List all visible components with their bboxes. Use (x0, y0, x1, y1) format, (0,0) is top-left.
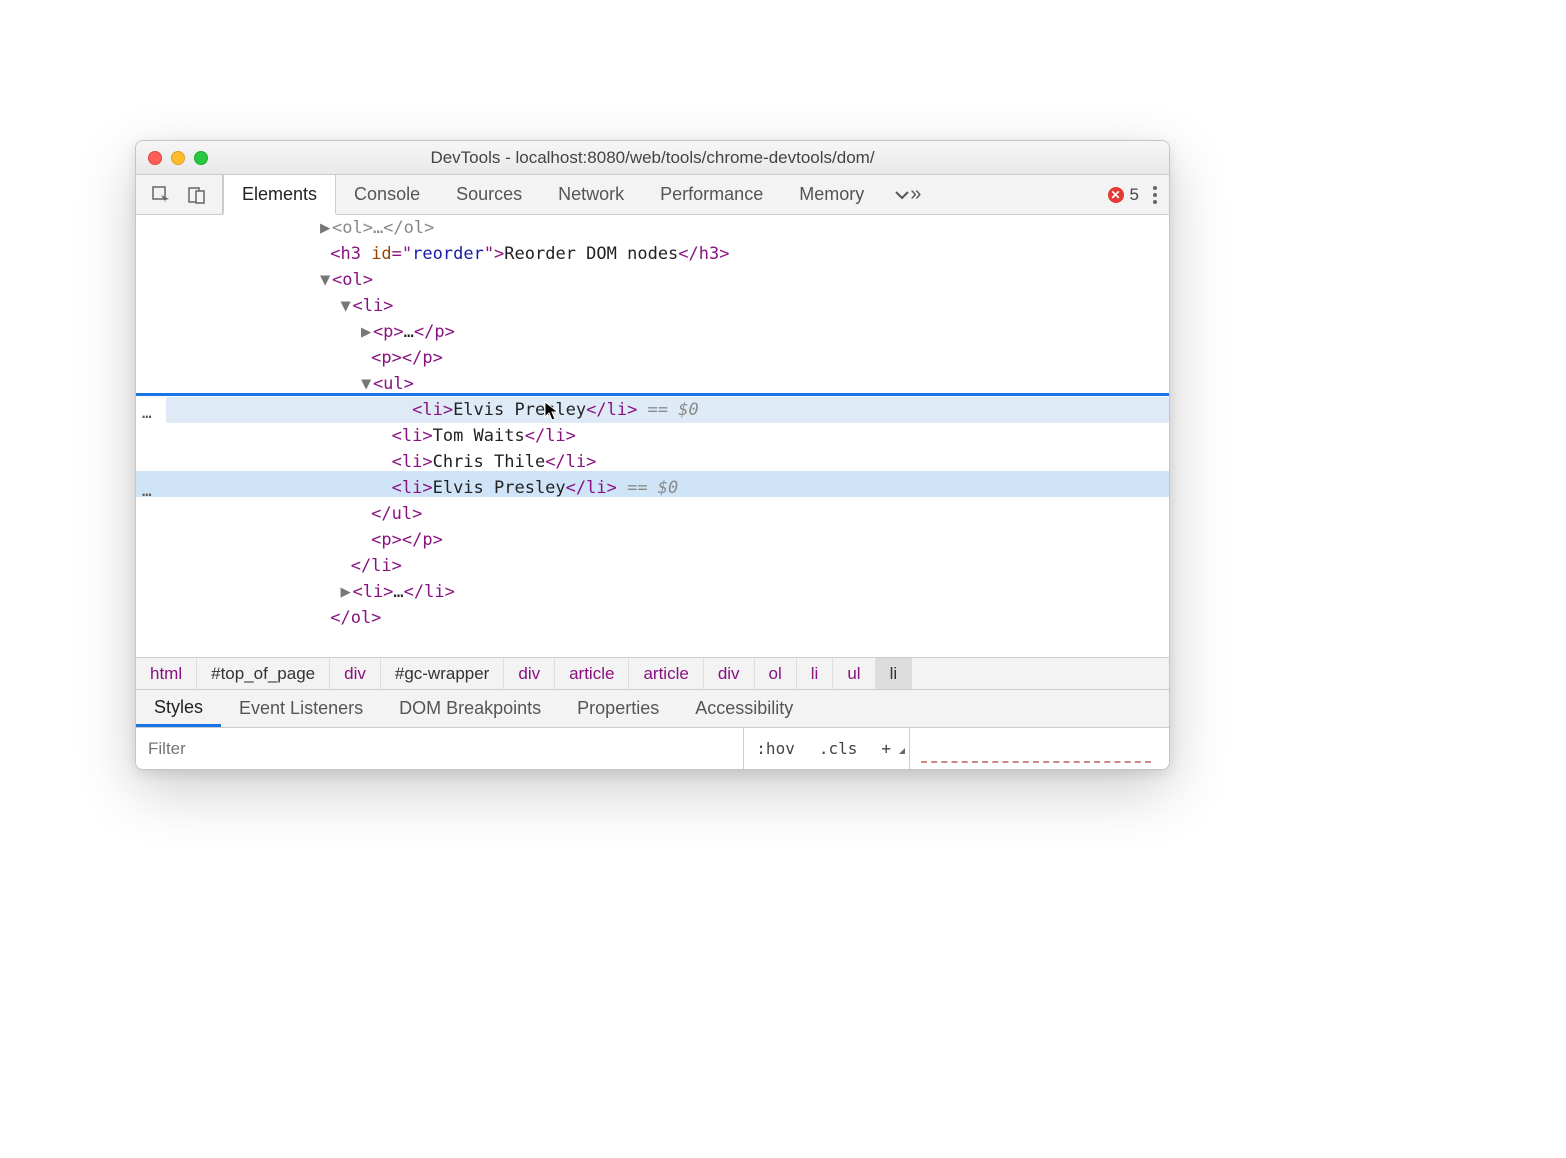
panel-tabs: Elements Console Sources Network Perform… (223, 175, 882, 214)
dom-row[interactable]: </ol> (136, 605, 1169, 631)
dom-row[interactable]: ▶<li>…</li> (136, 579, 1169, 605)
new-style-rule-button[interactable]: + (869, 739, 909, 758)
dom-row[interactable]: ▼<ol> (136, 267, 1169, 293)
crumb-top[interactable]: #top_of_page (197, 658, 330, 689)
minimize-icon[interactable] (171, 151, 185, 165)
error-count-label: 5 (1130, 185, 1139, 205)
cls-toggle[interactable]: .cls (807, 739, 870, 758)
main-toolbar: Elements Console Sources Network Perform… (136, 175, 1169, 215)
crumb-li[interactable]: li (797, 658, 834, 689)
subtab-properties[interactable]: Properties (559, 690, 677, 727)
crumb-article[interactable]: article (629, 658, 703, 689)
crumb-html[interactable]: html (136, 658, 197, 689)
crumb-div[interactable]: div (330, 658, 381, 689)
dom-row[interactable]: <p></p> (136, 527, 1169, 553)
zoom-icon[interactable] (194, 151, 208, 165)
dom-row-drag-ghost[interactable]: … <li>Elvis Presley</li> == $0 (136, 397, 1169, 423)
tab-sources[interactable]: Sources (438, 175, 540, 214)
titlebar: DevTools - localhost:8080/web/tools/chro… (136, 141, 1169, 175)
hov-toggle[interactable]: :hov (744, 739, 807, 758)
crumb-article[interactable]: article (555, 658, 629, 689)
subtab-dom-breakpoints[interactable]: DOM Breakpoints (381, 690, 559, 727)
dom-row[interactable]: ▶<ol>…</ol> (136, 215, 1169, 241)
box-model-pane (909, 728, 1169, 769)
sidebar-tabs: Styles Event Listeners DOM Breakpoints P… (136, 689, 1169, 727)
devtools-window: DevTools - localhost:8080/web/tools/chro… (135, 140, 1170, 770)
dom-row-selected[interactable]: … <li>Elvis Presley</li> == $0 (136, 475, 1169, 501)
tab-console[interactable]: Console (336, 175, 438, 214)
styles-filter-actions: :hov .cls + (743, 728, 909, 769)
styles-filter-input[interactable] (136, 728, 743, 769)
subtab-event-listeners[interactable]: Event Listeners (221, 690, 381, 727)
cursor-icon (544, 401, 562, 423)
tabs-overflow-icon[interactable]: » (882, 175, 933, 214)
traffic-lights (136, 151, 208, 165)
dom-row[interactable]: <h3 id="reorder">Reorder DOM nodes</h3> (136, 241, 1169, 267)
styles-filter-bar: :hov .cls + (136, 727, 1169, 769)
tab-performance[interactable]: Performance (642, 175, 781, 214)
dom-row[interactable]: </ul> (136, 501, 1169, 527)
subtab-accessibility[interactable]: Accessibility (677, 690, 811, 727)
dom-row[interactable]: <li>Tom Waits</li> (136, 423, 1169, 449)
dom-row[interactable]: </li> (136, 553, 1169, 579)
dom-row[interactable]: <p></p> (136, 345, 1169, 371)
crumb-ul[interactable]: ul (833, 658, 875, 689)
crumb-li-active[interactable]: li (876, 658, 913, 689)
dom-row[interactable]: <li>Chris Thile</li> (136, 449, 1169, 475)
crumb-div[interactable]: div (704, 658, 755, 689)
window-title: DevTools - localhost:8080/web/tools/chro… (136, 148, 1169, 168)
crumb-div[interactable]: div (504, 658, 555, 689)
toolbar-right: ✕ 5 (1108, 175, 1169, 214)
close-icon[interactable] (148, 151, 162, 165)
tab-memory[interactable]: Memory (781, 175, 882, 214)
breadcrumb: html #top_of_page div #gc-wrapper div ar… (136, 657, 1169, 689)
device-toggle-icon[interactable] (186, 184, 208, 206)
crumb-ol[interactable]: ol (755, 658, 797, 689)
dom-tree[interactable]: ▶<ol>…</ol> <h3 id="reorder">Reorder DOM… (136, 215, 1169, 657)
toolbar-left (136, 175, 223, 214)
dom-row[interactable]: ▶<p>…</p> (136, 319, 1169, 345)
menu-icon[interactable] (1153, 186, 1157, 204)
tab-elements[interactable]: Elements (223, 175, 336, 215)
error-icon: ✕ (1108, 187, 1124, 203)
subtab-styles[interactable]: Styles (136, 690, 221, 727)
inspect-icon[interactable] (150, 184, 172, 206)
dom-row[interactable]: ▼<li> (136, 293, 1169, 319)
crumb-gcwrapper[interactable]: #gc-wrapper (381, 658, 505, 689)
tab-network[interactable]: Network (540, 175, 642, 214)
dom-row[interactable]: ▼<ul> (136, 371, 1169, 397)
error-count[interactable]: ✕ 5 (1108, 185, 1139, 205)
